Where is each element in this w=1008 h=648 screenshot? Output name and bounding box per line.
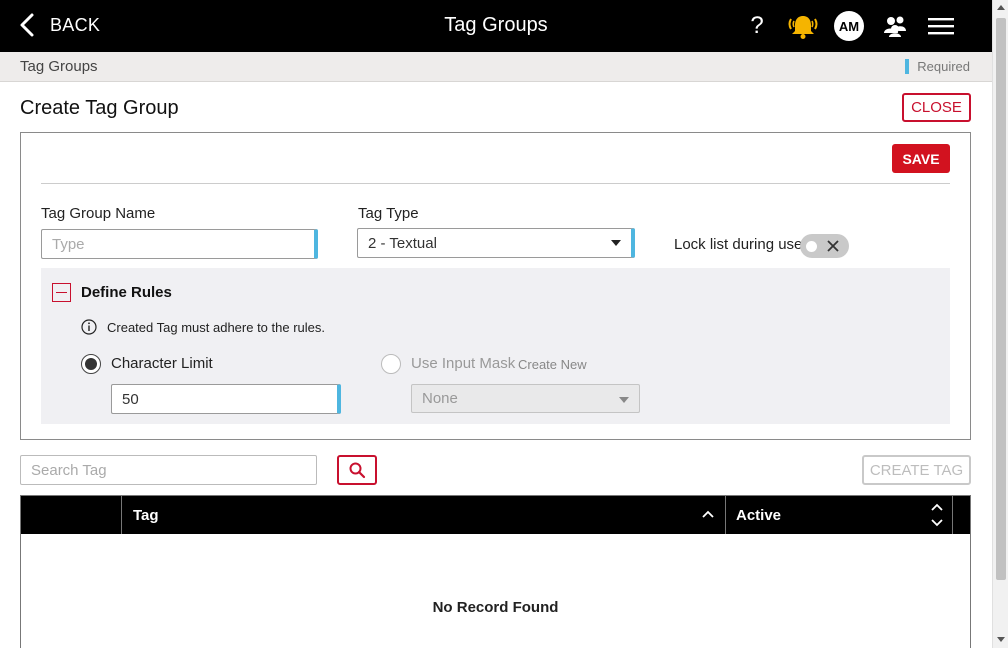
sort-icon[interactable] — [930, 502, 944, 528]
info-icon — [81, 319, 97, 335]
tags-table: Tag Active No Record Found — [20, 495, 971, 648]
alarm-button[interactable] — [780, 10, 826, 42]
close-button[interactable]: CLOSE — [902, 93, 971, 122]
search-tag-input[interactable]: Search Tag — [20, 455, 317, 485]
character-limit-radio[interactable] — [81, 354, 101, 374]
user-profile-button[interactable]: AM — [826, 10, 872, 42]
main-menu-button[interactable] — [918, 10, 964, 42]
column-header-spacer — [952, 496, 970, 534]
define-rules-section: Define Rules Created Tag must adhere to … — [41, 268, 950, 424]
create-tag-button[interactable]: CREATE TAG — [862, 455, 971, 485]
required-legend: Required — [905, 59, 970, 74]
character-limit-label: Character Limit — [111, 355, 213, 372]
tag-group-name-input[interactable]: Type — [41, 229, 318, 259]
input-mask-label: Use Input Mask — [411, 355, 516, 372]
create-new-mask-link[interactable]: Create New — [518, 357, 587, 372]
page-scrollbar[interactable] — [992, 0, 1008, 648]
scroll-down-arrow-icon[interactable] — [997, 637, 1005, 642]
help-button[interactable]: ? — [734, 10, 780, 42]
character-limit-input[interactable]: 50 — [111, 384, 341, 414]
breadcrumb-item-tag-groups[interactable]: Tag Groups — [20, 58, 98, 75]
toggle-knob — [806, 240, 817, 252]
rules-info-text: Created Tag must adhere to the rules. — [107, 320, 325, 335]
column-header-active[interactable]: Active — [725, 496, 952, 534]
avatar: AM — [834, 11, 864, 41]
table-header: Tag Active — [21, 496, 970, 534]
lock-list-toggle[interactable] — [800, 234, 849, 258]
caret-down-icon — [619, 397, 629, 403]
collapse-rules-button[interactable] — [52, 283, 71, 302]
breadcrumb: Tag Groups Required — [0, 52, 992, 82]
alarm-bell-icon — [788, 16, 818, 39]
create-tag-group-form: SAVE Tag Group Name Type Tag Type 2 - Te… — [20, 132, 971, 440]
help-icon: ? — [750, 12, 764, 39]
lock-list-label: Lock list during use — [674, 236, 803, 253]
caret-down-icon — [611, 240, 621, 246]
tag-group-name-label: Tag Group Name — [41, 205, 156, 222]
input-mask-select[interactable]: None — [411, 384, 640, 413]
column-header-tag[interactable]: Tag — [121, 496, 725, 534]
column-header-tag-label: Tag — [133, 506, 159, 524]
input-mask-radio[interactable] — [381, 354, 401, 374]
sort-ascending-icon[interactable] — [701, 509, 715, 519]
users-button[interactable] — [872, 10, 918, 42]
tag-type-label: Tag Type — [358, 205, 419, 222]
column-header-select — [21, 496, 121, 534]
tag-type-selected-value: 2 - Textual — [368, 234, 437, 252]
header-actions: ? AM — [734, 10, 964, 42]
column-header-active-label: Active — [736, 506, 782, 524]
tag-type-select[interactable]: 2 - Textual — [357, 228, 635, 258]
close-icon — [827, 240, 839, 252]
radio-dot — [85, 358, 97, 370]
search-icon — [349, 462, 366, 479]
empty-state-message: No Record Found — [432, 599, 559, 616]
define-rules-title: Define Rules — [81, 284, 172, 301]
save-button[interactable]: SAVE — [892, 144, 950, 173]
minus-icon — [56, 291, 67, 294]
users-icon — [884, 16, 906, 37]
scrollbar-thumb[interactable] — [996, 18, 1006, 580]
search-button[interactable] — [337, 455, 377, 485]
scroll-up-arrow-icon[interactable] — [997, 5, 1005, 10]
top-app-bar: BACK Tag Groups ? AM — [0, 0, 992, 52]
form-divider — [41, 183, 950, 184]
menu-icon — [928, 18, 954, 35]
input-mask-selected-value: None — [422, 390, 458, 407]
page-title: Create Tag Group — [20, 97, 179, 119]
